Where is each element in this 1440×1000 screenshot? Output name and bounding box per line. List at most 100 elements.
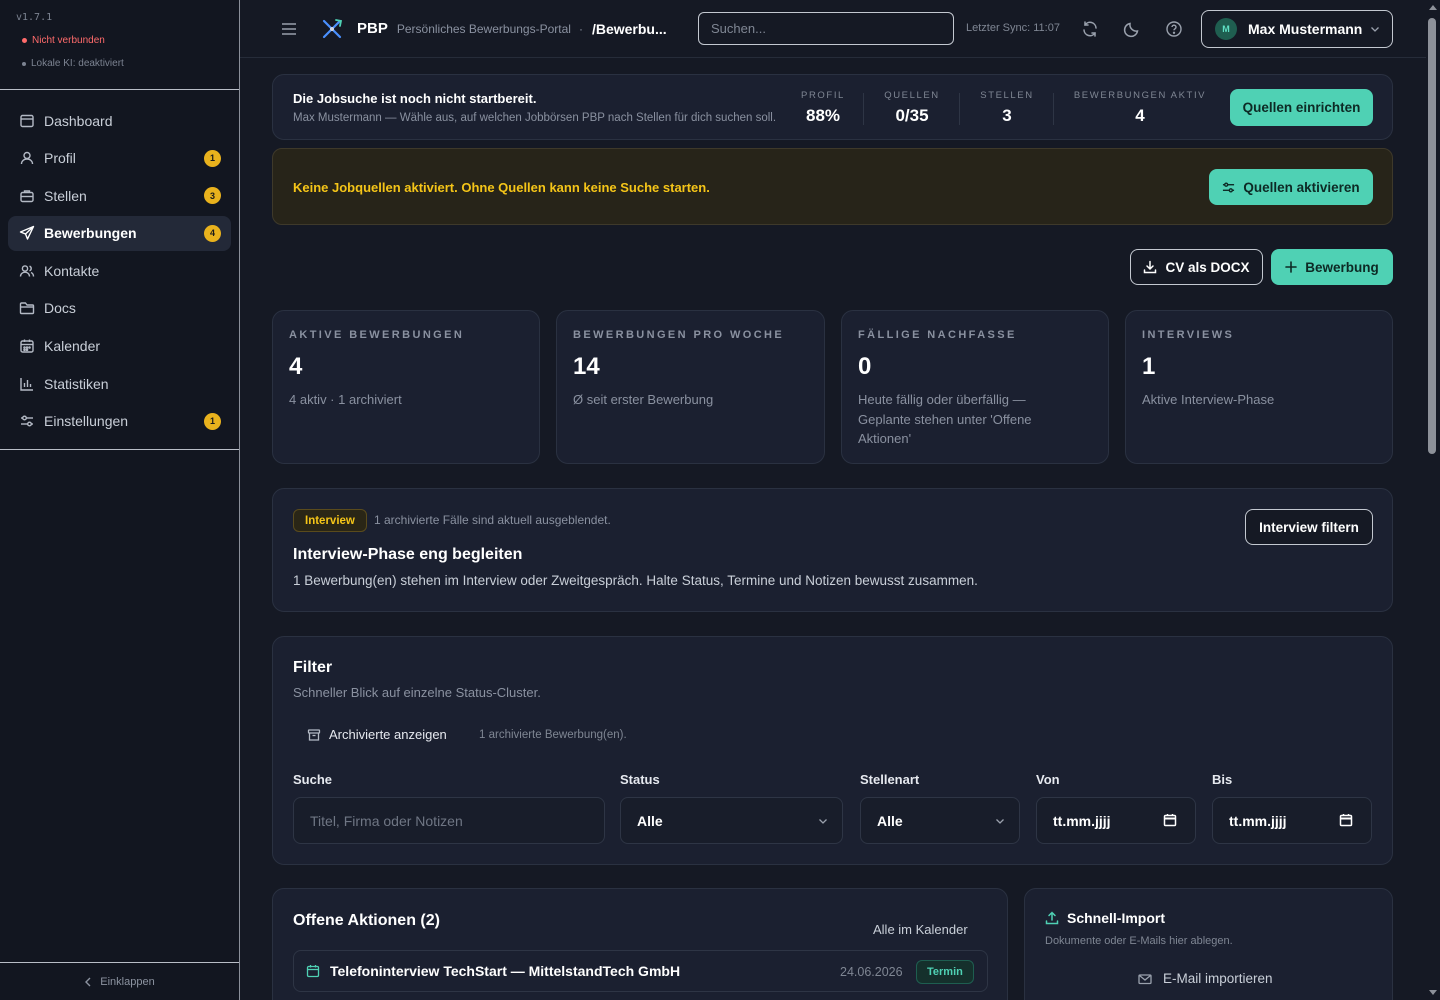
sidebar-item-dashboard[interactable]: Dashboard	[8, 103, 231, 138]
new-application-button[interactable]: Bewerbung	[1271, 249, 1393, 285]
contacts-icon	[19, 263, 35, 279]
sidebar-item-kalender[interactable]: Kalender	[8, 329, 231, 364]
user-menu-button[interactable]: M Max Mustermann	[1201, 10, 1393, 48]
breadcrumb: /Bewerbu...	[591, 20, 667, 37]
divider	[1053, 93, 1054, 125]
interview-title: Interview-Phase eng begleiten	[293, 546, 523, 563]
interview-description: 1 Bewerbung(en) stehen im Interview oder…	[293, 573, 978, 588]
stat-value: 4	[289, 353, 303, 380]
button-label: Interview filtern	[1259, 519, 1359, 535]
sidebar-item-label: Einstellungen	[44, 413, 129, 430]
calendar-icon[interactable]	[1339, 813, 1353, 827]
send-icon	[19, 225, 35, 241]
plus-icon	[1285, 261, 1298, 273]
cv-docx-button[interactable]: CV als DOCX	[1130, 249, 1263, 285]
quick-import-card: Schnell-Import Dokumente oder E-Mails hi…	[1024, 888, 1393, 1000]
job-type-label: Stellenart	[860, 772, 920, 787]
breadcrumb-separator: ·	[578, 21, 583, 36]
stat-value: 1	[1142, 353, 1156, 380]
scroll-down-icon[interactable]	[1429, 988, 1437, 996]
status-value: Alle	[637, 812, 663, 829]
stat-tile-interviews: INTERVIEWS 1 Aktive Interview-Phase	[1125, 310, 1393, 464]
archive-icon	[307, 728, 321, 742]
filter-interview-button[interactable]: Interview filtern	[1245, 509, 1373, 545]
sidebar-item-stellen[interactable]: Stellen 3	[8, 178, 231, 213]
archived-note: 1 archivierte Fälle sind aktuell ausgebl…	[374, 513, 611, 527]
kpi-bewerbungen-aktiv: BEWERBUNGEN AKTIV 4	[1071, 90, 1209, 126]
kpi-value: 4	[1135, 106, 1145, 125]
kpi-value: 0/35	[895, 106, 929, 125]
user-icon	[19, 150, 35, 166]
sidebar-item-label: Docs	[44, 300, 76, 317]
button-label: E-Mail importieren	[1163, 971, 1273, 986]
calendar-icon[interactable]	[1163, 813, 1177, 827]
sidebar-item-docs[interactable]: Docs	[8, 291, 231, 326]
connection-status: Nicht verbunden	[16, 35, 223, 46]
folder-icon	[19, 300, 35, 316]
date-from-input[interactable]: tt.mm.jjjj	[1036, 797, 1196, 844]
list-item[interactable]: Telefoninterview TechStart — Mittelstand…	[293, 950, 988, 992]
open-actions-title: Offene Aktionen (2)	[293, 912, 440, 929]
refresh-icon[interactable]	[1081, 20, 1099, 38]
sidebar-item-einstellungen[interactable]: Einstellungen 1	[8, 404, 231, 439]
all-in-calendar-link[interactable]: Alle im Kalender	[873, 922, 968, 937]
local-ai-status: Lokale KI: deaktiviert	[16, 58, 223, 69]
status-title: Die Jobsuche ist noch nicht startbereit.	[293, 91, 537, 106]
warning-text: Keine Jobquellen aktiviert. Ohne Quellen…	[293, 180, 710, 195]
sliders-icon	[19, 413, 35, 429]
chevron-down-icon	[995, 816, 1005, 826]
briefcase-icon	[19, 188, 35, 204]
last-sync-label: Letzter Sync: 11:07	[966, 22, 1060, 34]
scroll-up-icon[interactable]	[1429, 4, 1437, 12]
sidebar-item-profil[interactable]: Profil 1	[8, 141, 231, 176]
divider	[959, 93, 960, 125]
help-icon[interactable]	[1165, 20, 1183, 38]
stat-value: 14	[573, 353, 600, 380]
sidebar-item-statistiken[interactable]: Statistiken	[8, 366, 231, 401]
date-from-label: Von	[1036, 772, 1060, 787]
scrollbar-thumb[interactable]	[1428, 18, 1436, 454]
activate-sources-button[interactable]: Quellen aktivieren	[1209, 169, 1373, 205]
stat-description: Ø seit erster Bewerbung	[573, 392, 714, 407]
setup-sources-button[interactable]: Quellen einrichten	[1230, 89, 1373, 126]
bar-chart-icon	[19, 376, 35, 392]
kpi-label: QUELLEN	[884, 90, 940, 101]
stat-description: Heute fällig oder überfällig — Geplante …	[858, 392, 1032, 446]
menu-icon[interactable]	[281, 21, 297, 37]
button-label: CV als DOCX	[1165, 259, 1250, 275]
download-icon	[1143, 260, 1157, 274]
sliders-icon	[1222, 181, 1235, 194]
sidebar-item-label: Dashboard	[44, 112, 113, 129]
search-input[interactable]	[698, 12, 954, 45]
import-email-button[interactable]: E-Mail importieren	[1138, 971, 1273, 986]
quick-import-subtitle: Dokumente oder E-Mails hier ablegen.	[1045, 935, 1233, 947]
moon-icon[interactable]	[1123, 20, 1141, 38]
count-badge: 3	[204, 187, 221, 205]
archived-count-note: 1 archivierte Bewerbung(en).	[479, 729, 627, 741]
sidebar-item-kontakte[interactable]: Kontakte	[8, 253, 231, 288]
kpi-profil: PROFIL 88%	[801, 90, 845, 126]
collapse-sidebar-button[interactable]: Einklappen	[0, 962, 239, 1000]
quick-import-label: Schnell-Import	[1067, 910, 1166, 926]
date-to-label: Bis	[1212, 772, 1233, 787]
chevron-down-icon	[818, 816, 828, 826]
status-dot-icon	[22, 61, 26, 66]
open-actions-card: Offene Aktionen (2) Alle im Kalender Tel…	[272, 888, 1008, 1000]
quick-import-title: Schnell-Import	[1045, 910, 1165, 926]
date-from-value: tt.mm.jjjj	[1053, 812, 1111, 829]
no-sources-warning: Keine Jobquellen aktiviert. Ohne Quellen…	[272, 148, 1393, 225]
filter-search-input[interactable]: Titel, Firma oder Notizen	[293, 797, 605, 844]
job-type-select[interactable]: Alle	[860, 797, 1020, 844]
stat-value: 0	[858, 353, 872, 380]
stat-description: 4 aktiv · 1 archiviert	[289, 392, 402, 407]
status-select[interactable]: Alle	[620, 797, 843, 844]
show-archived-toggle[interactable]: Archivierte anzeigen	[307, 727, 447, 742]
stat-label: INTERVIEWS	[1142, 329, 1235, 341]
chevron-left-icon	[84, 977, 92, 987]
interview-phase-card: Interview 1 archivierte Fälle sind aktue…	[272, 488, 1393, 612]
mail-icon	[1138, 972, 1152, 986]
brand-name: PBP	[357, 20, 388, 37]
sidebar-item-bewerbungen[interactable]: Bewerbungen 4	[8, 215, 231, 251]
date-to-input[interactable]: tt.mm.jjjj	[1212, 797, 1372, 844]
stat-description: Aktive Interview-Phase	[1142, 392, 1275, 407]
